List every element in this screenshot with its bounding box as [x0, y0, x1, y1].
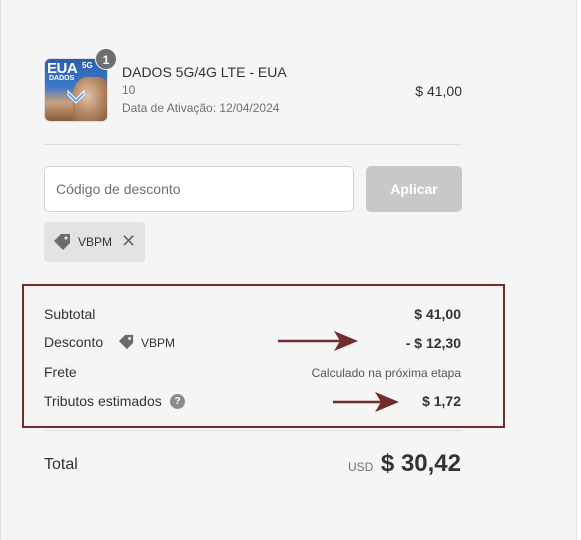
quantity-badge: 1: [95, 48, 117, 70]
taxes-value: $ 1,72: [422, 393, 461, 409]
total-label: Total: [44, 456, 78, 473]
left-border: [0, 0, 1, 540]
tag-icon: [54, 234, 70, 250]
total-value: $ 30,42: [380, 450, 461, 477]
applied-discount-chip: VBPM ✕: [44, 222, 145, 262]
thumbnail-dados: DADOS: [49, 75, 75, 82]
divider: [44, 430, 462, 431]
right-scroll-edge: [576, 0, 581, 540]
product-price: $ 41,00: [415, 83, 462, 99]
product-title: DADOS 5G/4G LTE - EUA: [122, 64, 287, 80]
close-icon[interactable]: ✕: [121, 230, 136, 252]
shipping-value: Calculado na próxima etapa: [311, 366, 461, 380]
product-activation-date: Data de Ativação: 12/04/2024: [122, 101, 280, 115]
discount-value: - $ 12,30: [405, 335, 461, 351]
apply-discount-button[interactable]: Aplicar: [366, 166, 462, 212]
taxes-label: Tributos estimados: [44, 393, 162, 409]
product-variant: 10: [122, 83, 136, 97]
subtotal-value: $ 41,00: [414, 306, 461, 322]
arrow-right-icon: [333, 392, 399, 412]
total-currency: USD: [348, 460, 374, 474]
discount-code-label: VBPM: [141, 336, 176, 350]
discount-code-input[interactable]: [44, 166, 354, 212]
divider: [44, 144, 462, 145]
subtotal-label: Subtotal: [44, 306, 96, 322]
thumbnail-5g: 5G: [82, 61, 93, 70]
tag-icon: [118, 334, 134, 350]
help-icon[interactable]: ?: [170, 394, 185, 409]
check-icon: [67, 89, 85, 104]
applied-discount-code: VBPM: [78, 235, 113, 249]
discount-label: Desconto: [44, 334, 104, 350]
shipping-label: Frete: [44, 364, 77, 380]
arrow-right-icon: [278, 331, 358, 351]
